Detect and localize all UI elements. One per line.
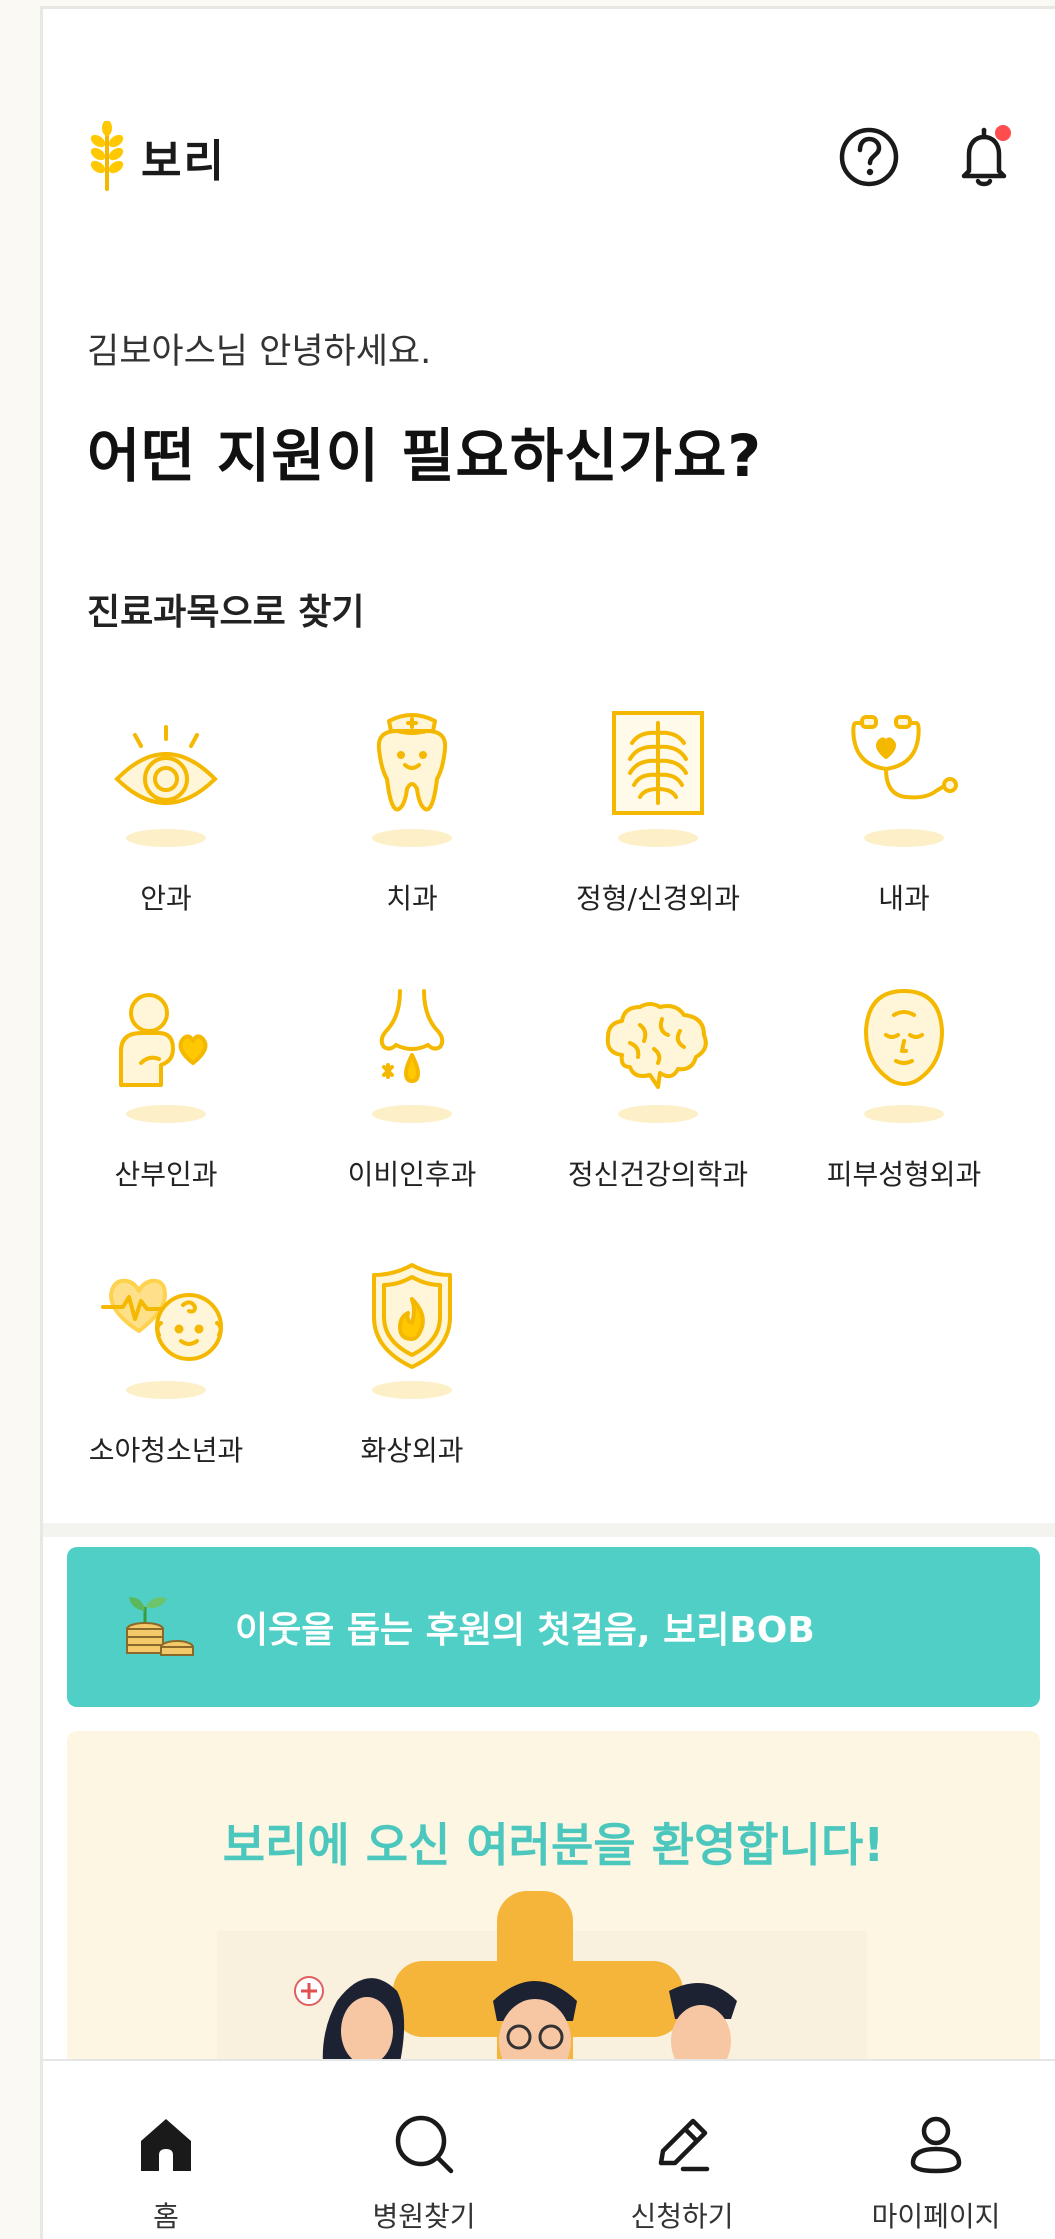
department-label: 산부인과 — [114, 1158, 218, 1191]
bob-banner-text: 이웃을 돕는 후원의 첫걸음, 보리BOB — [235, 1610, 815, 1651]
nav-label: 마이페이지 — [871, 2200, 1001, 2233]
icon-shadow — [864, 829, 944, 847]
section-divider — [43, 1523, 1055, 1537]
department-item-psychiatry[interactable]: 정신건강의학과 — [535, 975, 781, 1245]
bob-banner[interactable]: 이웃을 돕는 후원의 첫걸음, 보리BOB — [67, 1547, 1040, 1707]
icon-shadow — [126, 1381, 206, 1399]
icon-shadow — [126, 1105, 206, 1123]
icon-shadow — [864, 1105, 944, 1123]
page-title: 어떤 지원이 필요하신가요? — [87, 422, 762, 490]
xray-ribs-icon — [612, 711, 704, 815]
department-item-dentistry[interactable]: 치과 — [289, 699, 535, 969]
department-label: 피부성형외과 — [826, 1158, 982, 1191]
search-icon — [395, 2115, 454, 2174]
department-label: 소아청소년과 — [88, 1434, 244, 1467]
department-label: 내과 — [878, 882, 930, 915]
baby-heartbeat-icon — [101, 1278, 223, 1361]
icon-shadow — [618, 829, 698, 847]
nav-apply[interactable]: 신청하기 — [559, 2061, 805, 2239]
nav-label: 병원찾기 — [372, 2200, 476, 2233]
sprout-coins-icon — [126, 1597, 194, 1656]
pencil-icon — [658, 2118, 710, 2172]
app-logo[interactable]: 보리 — [87, 121, 226, 193]
icon-shadow — [372, 1105, 452, 1123]
notification-badge — [995, 125, 1011, 141]
app-name: 보리 — [141, 136, 226, 187]
department-item-ent[interactable]: 이비인후과 — [289, 975, 535, 1245]
department-label: 이비인후과 — [347, 1158, 477, 1191]
nav-home[interactable]: 홈 — [43, 2061, 289, 2239]
wheat-icon — [90, 121, 124, 191]
department-item-burn-surgery[interactable]: 화상외과 — [289, 1251, 535, 1521]
department-item-orthopedics[interactable]: 정형/신경외과 — [535, 699, 781, 969]
department-item-obstetrics[interactable]: 산부인과 — [43, 975, 289, 1245]
fire-shield-icon — [372, 1263, 452, 1369]
brain-icon — [605, 1002, 708, 1089]
department-label: 치과 — [386, 882, 438, 915]
question-circle-icon — [839, 127, 899, 187]
department-item-pediatrics[interactable]: 소아청소년과 — [43, 1251, 289, 1521]
mother-heart-icon — [119, 993, 208, 1087]
department-label: 정신건강의학과 — [567, 1158, 749, 1191]
department-item-ophthalmology[interactable]: 안과 — [43, 699, 289, 969]
icon-shadow — [126, 829, 206, 847]
nav-label: 신청하기 — [630, 2200, 734, 2233]
help-button[interactable] — [837, 125, 901, 189]
department-label: 화상외과 — [360, 1434, 464, 1467]
icon-shadow — [618, 1105, 698, 1123]
bottom-navigation: 홈 병원찾기 신청하기 마이페이지 — [43, 2059, 1055, 2239]
notification-button[interactable] — [949, 121, 1019, 191]
icon-shadow — [372, 1381, 452, 1399]
home-icon — [141, 2119, 191, 2171]
app-screen: 보리 김보아스님 안녕하세요. 어떤 지원이 필요하신가요? 진료과목으로 찾기 — [40, 6, 1055, 2239]
welcome-title: 보리에 오신 여러분을 환영합니다! — [222, 1818, 885, 1872]
section-title: 진료과목으로 찾기 — [87, 592, 365, 633]
nav-hospital-search[interactable]: 병원찾기 — [301, 2061, 547, 2239]
department-label: 정형/신경외과 — [576, 882, 740, 915]
stethoscope-icon — [851, 715, 958, 800]
nose-icon — [379, 989, 445, 1083]
department-label: 안과 — [140, 882, 192, 915]
top-bar: 보리 — [43, 9, 1055, 209]
user-icon — [910, 2116, 962, 2174]
eye-icon — [114, 725, 218, 805]
icon-shadow — [372, 829, 452, 847]
tooth-icon — [376, 713, 448, 812]
nav-mypage[interactable]: 마이페이지 — [813, 2061, 1055, 2239]
greeting-text: 김보아스님 안녕하세요. — [87, 332, 432, 372]
nav-label: 홈 — [153, 2200, 179, 2233]
face-icon — [864, 989, 944, 1086]
department-item-dermatology[interactable]: 피부성형외과 — [781, 975, 1027, 1245]
department-item-internal-medicine[interactable]: 내과 — [781, 699, 1027, 969]
